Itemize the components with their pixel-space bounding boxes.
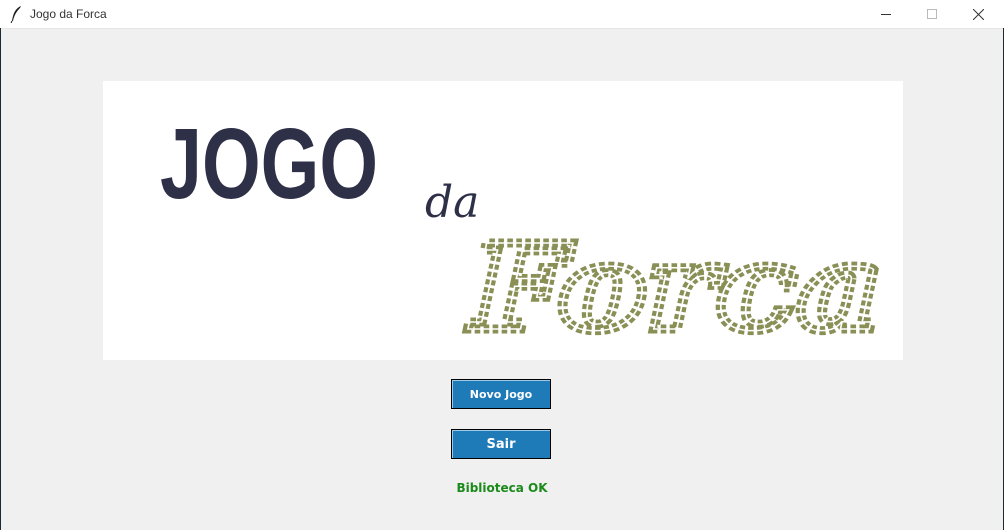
title-banner: JOGO da Forca Forca	[103, 81, 903, 360]
minimize-button[interactable]	[863, 0, 909, 28]
maximize-icon	[927, 9, 937, 19]
maximize-button[interactable]	[909, 0, 955, 28]
close-button[interactable]	[955, 0, 1001, 28]
new-game-button[interactable]: Novo Jogo	[451, 379, 551, 409]
status-label: Biblioteca OK	[456, 481, 548, 495]
banner-word-jogo: JOGO	[160, 108, 378, 220]
minimize-icon	[881, 14, 891, 15]
exit-button[interactable]: Sair	[451, 429, 551, 459]
window-title: Jogo da Forca	[30, 7, 107, 21]
close-icon	[972, 8, 984, 20]
window-border-left	[0, 28, 1, 530]
title-bar: Jogo da Forca	[0, 0, 1004, 29]
banner-word-forca-inner: Forca	[468, 218, 883, 357]
feather-icon	[9, 5, 25, 24]
